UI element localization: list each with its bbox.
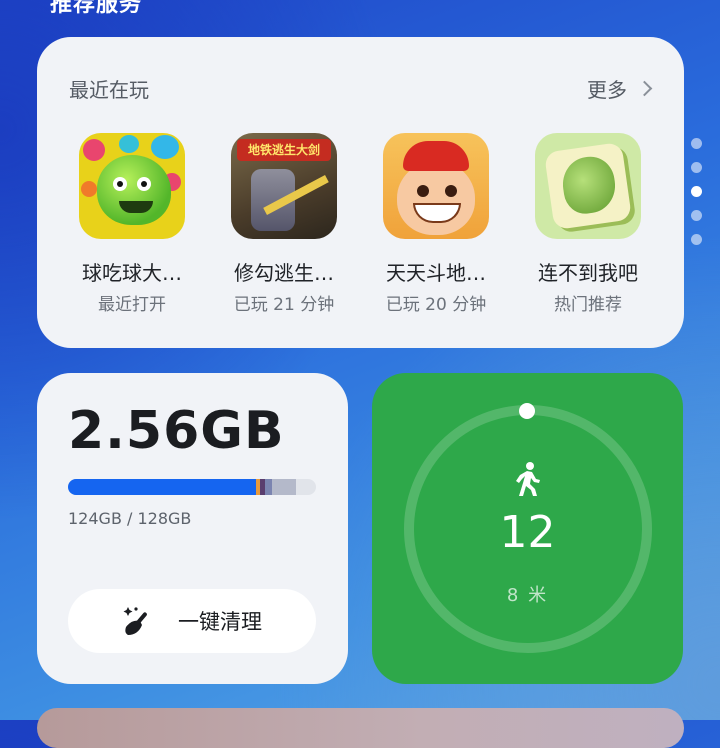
recent-app-item[interactable]: 球吃球大… 最近打开 xyxy=(57,133,207,315)
step-counter-card[interactable]: 12 8 米 xyxy=(372,373,683,684)
step-count: 12 xyxy=(499,507,556,558)
recent-app-item[interactable]: 连不到我吧 热门推荐 xyxy=(513,133,663,315)
recent-games-card: 最近在玩 更多 球吃球大… 最近打开 地铁逃生大剑 修勾逃生… 已玩 21 分钟… xyxy=(37,37,684,348)
mahjong-connect-game-icon xyxy=(535,133,641,239)
app-name: 连不到我吧 xyxy=(538,261,638,285)
storage-segment xyxy=(265,479,272,495)
storage-used-segment xyxy=(68,479,259,495)
chevron-right-icon xyxy=(636,80,653,97)
more-label: 更多 xyxy=(587,78,627,102)
recent-app-item[interactable]: 地铁逃生大剑 修勾逃生… 已玩 21 分钟 xyxy=(209,133,359,315)
walking-person-icon xyxy=(516,462,540,496)
app-name: 修勾逃生… xyxy=(234,261,334,285)
page-indicator[interactable] xyxy=(691,138,702,258)
app-subtitle: 已玩 20 分钟 xyxy=(385,295,487,315)
section-title: 推荐服务 xyxy=(50,0,143,17)
one-click-clean-button[interactable]: 一键清理 xyxy=(68,589,316,653)
app-icon-lettering: 地铁逃生大剑 xyxy=(237,139,331,161)
app-subtitle: 热门推荐 xyxy=(554,295,622,315)
recent-games-title: 最近在玩 xyxy=(69,78,149,102)
app-subtitle: 已玩 21 分钟 xyxy=(233,295,335,315)
storage-segment xyxy=(272,479,296,495)
step-progress-knob xyxy=(519,403,535,419)
storage-value: 2.56GB xyxy=(68,401,285,461)
more-button[interactable]: 更多 xyxy=(587,74,653,103)
storage-usage-bar xyxy=(68,479,316,495)
storage-caption: 124GB / 128GB xyxy=(68,509,192,528)
page-dot[interactable] xyxy=(691,162,702,173)
one-click-clean-label: 一键清理 xyxy=(178,610,262,634)
broom-sparkle-icon xyxy=(123,607,147,635)
storage-card[interactable]: 2.56GB 124GB / 128GB 一键清理 xyxy=(37,373,348,684)
app-name: 球吃球大… xyxy=(82,261,182,285)
page-dot[interactable] xyxy=(691,138,702,149)
recent-app-item[interactable]: 天天斗地… 已玩 20 分钟 xyxy=(361,133,511,315)
page-dot[interactable] xyxy=(691,210,702,221)
step-distance: 8 米 xyxy=(506,585,549,606)
app-name: 天天斗地… xyxy=(386,261,486,285)
page-dot[interactable] xyxy=(691,234,702,245)
next-card-peek[interactable] xyxy=(37,708,684,748)
subway-escape-game-icon: 地铁逃生大剑 xyxy=(231,133,337,239)
page-dot-active[interactable] xyxy=(691,186,702,197)
landlord-card-game-icon xyxy=(383,133,489,239)
green-blob-game-icon xyxy=(79,133,185,239)
app-subtitle: 最近打开 xyxy=(98,295,166,315)
